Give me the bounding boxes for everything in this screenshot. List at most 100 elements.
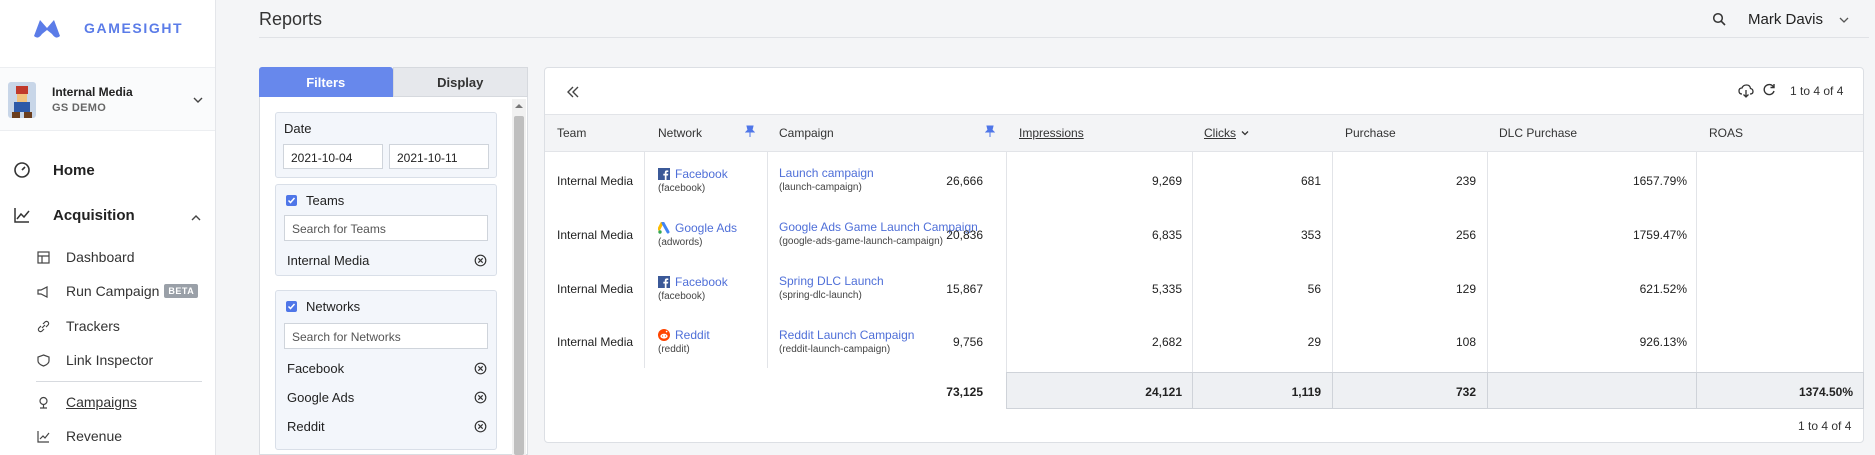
remove-circle-icon[interactable] (474, 420, 487, 433)
teams-checkbox[interactable] (286, 195, 297, 206)
row-network-slug: (facebook) (658, 183, 706, 194)
search-icon[interactable] (1712, 12, 1726, 26)
nav-acquisition[interactable]: Acquisition (12, 205, 135, 225)
row-purchase: 681 (1300, 174, 1321, 188)
pin-icon[interactable] (745, 125, 755, 137)
org-subtitle: GS DEMO (52, 102, 107, 114)
chevron-up-icon[interactable] (190, 212, 202, 224)
row-dlc-purchase: 239 (1455, 174, 1476, 188)
facebook-icon (658, 168, 670, 180)
scroll-up-arrow-icon[interactable] (514, 102, 524, 110)
totals-divider (1332, 372, 1333, 409)
row-clicks: 6,835 (1151, 228, 1182, 242)
gamesight-logo-icon (34, 20, 60, 38)
nav-link-inspector-label: Link Inspector (66, 352, 154, 368)
remove-circle-icon[interactable] (474, 254, 487, 267)
row-purchase: 353 (1300, 228, 1321, 242)
nav-home[interactable]: Home (12, 160, 95, 180)
date-label: Date (284, 121, 312, 136)
reddit-icon (658, 329, 670, 341)
brand-logo[interactable]: GAMESIGHT (28, 12, 183, 44)
remove-circle-icon[interactable] (474, 362, 487, 375)
total-clicks: 24,121 (1145, 385, 1182, 399)
row-dlc-purchase: 108 (1455, 335, 1476, 349)
brand-name: GAMESIGHT (84, 20, 184, 36)
row-purchase: 29 (1307, 335, 1321, 349)
column-header-impressions[interactable]: Impressions (1019, 126, 1084, 140)
revenue-chart-icon (36, 429, 50, 443)
networks-search-input[interactable]: Search for Networks (284, 323, 488, 349)
column-header-campaign[interactable]: Campaign (779, 126, 834, 140)
tab-display[interactable]: Display (392, 67, 528, 97)
double-chevron-left-icon[interactable] (566, 85, 580, 99)
column-header-network[interactable]: Network (658, 126, 702, 140)
remove-circle-icon[interactable] (474, 391, 487, 404)
row-network-link[interactable]: Facebook (675, 275, 728, 289)
row-network-link[interactable]: Google Ads (675, 221, 737, 235)
network-chip: Facebook (287, 361, 487, 376)
nav-run-campaign-label: Run Campaign (66, 283, 160, 299)
column-header-clicks[interactable]: Clicks (1204, 126, 1236, 140)
row-roas: 926.13% (1639, 335, 1687, 349)
nav-campaigns-label: Campaigns (66, 394, 137, 410)
pagination-summary: 1 to 4 of 4 (1790, 84, 1844, 98)
sidebar: GAMESIGHT Internal Media GS DEMO Home Ac… (0, 0, 216, 455)
campaigns-icon (36, 395, 50, 409)
column-header-dlc-purchase[interactable]: DLC Purchase (1499, 126, 1577, 140)
teams-filter: Teams Search for Teams Internal Media (275, 184, 497, 276)
refresh-icon[interactable] (1762, 83, 1776, 97)
org-switcher[interactable]: Internal Media GS DEMO (0, 67, 215, 131)
nav-trackers-label: Trackers (66, 318, 120, 334)
column-divider (644, 152, 645, 368)
cloud-download-icon[interactable] (1738, 83, 1754, 99)
column-divider (767, 152, 768, 368)
sort-desc-chevron-icon[interactable] (1241, 129, 1249, 137)
column-header-purchase[interactable]: Purchase (1345, 126, 1396, 140)
nav-trackers[interactable]: Trackers (36, 318, 120, 334)
network-chip-label: Facebook (287, 361, 345, 376)
nav-revenue[interactable]: Revenue (36, 428, 122, 444)
filter-scroll-thumb[interactable] (514, 116, 524, 455)
chevron-down-icon[interactable] (191, 93, 205, 107)
nav-campaigns[interactable]: Campaigns (36, 394, 137, 410)
shield-icon (36, 353, 50, 367)
row-campaign-link[interactable]: Launch campaign (779, 166, 874, 180)
nav-run-campaign[interactable]: Run Campaign BETA (36, 283, 199, 299)
nav-link-inspector[interactable]: Link Inspector (36, 352, 153, 368)
network-chip-label: Reddit (287, 419, 325, 434)
column-header-roas[interactable]: ROAS (1709, 126, 1743, 140)
totals-divider (1487, 372, 1488, 409)
teams-search-input[interactable]: Search for Teams (284, 215, 488, 241)
row-network-link[interactable]: Reddit (675, 328, 710, 342)
networks-checkbox[interactable] (286, 301, 297, 312)
chevron-down-icon[interactable] (1838, 14, 1850, 26)
row-team: Internal Media (557, 282, 634, 296)
team-chip: Internal Media (287, 253, 487, 268)
user-menu[interactable]: Mark Davis (1748, 11, 1823, 28)
dashboard-icon (36, 250, 50, 264)
column-divider (1006, 152, 1007, 372)
column-divider (1192, 152, 1193, 372)
org-name: Internal Media (52, 85, 133, 99)
total-roas: 1374.50% (1798, 385, 1853, 399)
tab-filters[interactable]: Filters (259, 67, 393, 97)
network-chip: Reddit (287, 419, 487, 434)
column-divider (1696, 152, 1697, 372)
team-chip-label: Internal Media (287, 253, 370, 268)
date-start-input[interactable]: 2021-10-04 (283, 144, 383, 169)
row-impressions: 9,756 (952, 335, 983, 349)
row-network-slug: (reddit) (658, 344, 690, 355)
row-dlc-purchase: 129 (1455, 282, 1476, 296)
network-chip: Google Ads (287, 390, 487, 405)
column-header-team[interactable]: Team (557, 126, 586, 140)
column-divider (1487, 152, 1488, 372)
nav-dashboard-label: Dashboard (66, 249, 135, 265)
date-end-input[interactable]: 2021-10-11 (389, 144, 489, 169)
line-chart-icon (12, 205, 32, 225)
total-dlc-purchase: 732 (1455, 385, 1476, 399)
row-network-link[interactable]: Facebook (675, 167, 728, 181)
pin-icon[interactable] (985, 125, 995, 137)
row-team: Internal Media (557, 174, 634, 188)
speedometer-icon (12, 160, 32, 180)
nav-dashboard[interactable]: Dashboard (36, 249, 135, 265)
